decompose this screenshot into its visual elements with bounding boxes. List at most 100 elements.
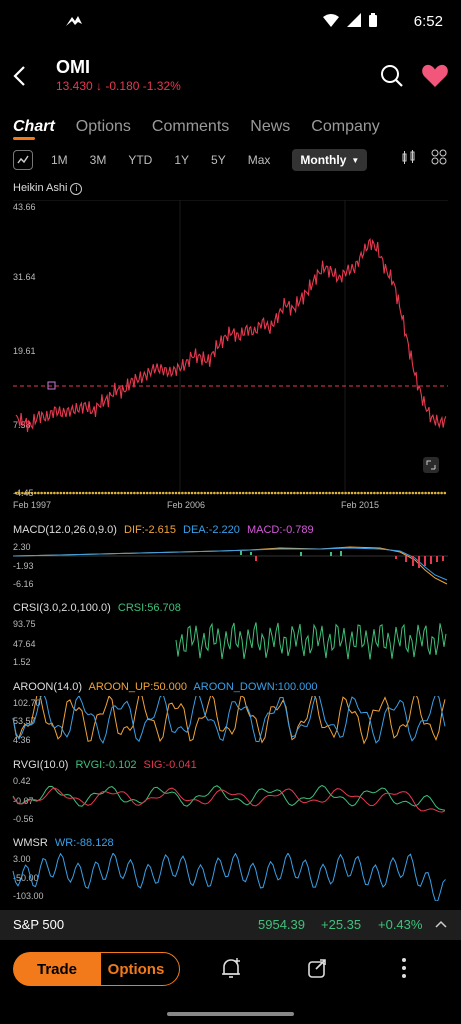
- price-quote: 13.430 ↓ -0.180 -1.32%: [56, 79, 181, 93]
- heart-icon[interactable]: [421, 63, 449, 89]
- event-dot: [225, 491, 229, 495]
- event-dot: [129, 491, 133, 495]
- event-dot: [139, 491, 143, 495]
- event-dot: [232, 491, 235, 495]
- event-dot: [241, 491, 245, 495]
- event-dot: [408, 491, 411, 495]
- event-dot: [187, 491, 191, 495]
- range-1y[interactable]: 1Y: [174, 153, 189, 167]
- range-3m[interactable]: 3M: [90, 153, 107, 167]
- home-indicator[interactable]: [167, 1012, 294, 1016]
- event-dot: [264, 491, 267, 495]
- wmsr-chart[interactable]: [0, 853, 461, 901]
- event-dot: [270, 491, 274, 495]
- event-dot: [443, 491, 447, 495]
- search-icon[interactable]: [379, 63, 405, 89]
- event-dot: [273, 491, 277, 495]
- event-dot: [293, 491, 296, 495]
- chevron-up-icon[interactable]: [435, 919, 447, 929]
- bell-alert-icon[interactable]: [219, 956, 243, 980]
- trade-button[interactable]: Trade: [13, 952, 101, 986]
- event-dot: [126, 491, 130, 495]
- rvgi-name: RVGI(10.0): [13, 759, 69, 771]
- options-button[interactable]: Options: [92, 952, 180, 986]
- event-dot: [97, 491, 101, 495]
- event-dot: [289, 491, 293, 495]
- event-dot: [59, 491, 63, 495]
- event-dot: [184, 491, 187, 495]
- event-dot: [117, 491, 120, 495]
- back-arrow-icon[interactable]: [10, 61, 30, 91]
- event-dot: [177, 491, 181, 495]
- range-max[interactable]: Max: [248, 153, 271, 167]
- event-dot: [78, 491, 82, 495]
- event-dot: [395, 491, 399, 495]
- tab-news[interactable]: News: [250, 118, 290, 136]
- more-options-icon[interactable]: [398, 956, 410, 980]
- price-chart[interactable]: [0, 200, 461, 500]
- event-dot: [385, 491, 389, 495]
- wmsr-name: WMSR: [13, 837, 48, 849]
- macd-dea-line: [12, 547, 448, 581]
- event-dot: [267, 491, 271, 495]
- event-dot: [341, 491, 344, 495]
- interval-dropdown[interactable]: Monthly ▼: [292, 149, 368, 171]
- event-dot: [277, 491, 280, 495]
- stock-header: OMI 13.430 ↓ -0.180 -1.32%: [0, 55, 461, 99]
- event-dot: [437, 491, 440, 495]
- event-dot: [190, 491, 194, 495]
- event-dot: [325, 491, 328, 495]
- share-icon[interactable]: [305, 956, 329, 980]
- chart-type-text: Heikin Ashi: [13, 182, 68, 194]
- aroon-chart[interactable]: [0, 696, 461, 746]
- event-dot: [209, 491, 213, 495]
- macd-dea: DEA:-2.220: [183, 524, 240, 536]
- range-ytd[interactable]: YTD: [128, 153, 152, 167]
- event-dot: [382, 491, 386, 495]
- tab-company[interactable]: Company: [311, 118, 379, 136]
- event-dot: [113, 491, 117, 495]
- range-1m[interactable]: 1M: [51, 153, 68, 167]
- event-dot: [40, 491, 43, 495]
- event-dot: [440, 491, 443, 495]
- event-dot: [421, 491, 424, 495]
- range-5y[interactable]: 5Y: [211, 153, 226, 167]
- fullscreen-icon[interactable]: [423, 457, 439, 473]
- event-dot: [142, 491, 146, 495]
- event-dot: [161, 491, 165, 495]
- event-dot: [331, 491, 335, 495]
- app-notification-icon: [66, 16, 82, 26]
- event-dot: [213, 491, 216, 495]
- interval-label: Monthly: [300, 153, 347, 167]
- event-dot: [392, 491, 395, 495]
- grid-layout-icon[interactable]: [431, 149, 447, 165]
- tab-comments[interactable]: Comments: [152, 118, 229, 136]
- event-dot: [350, 491, 354, 495]
- last-price: 13.430: [56, 79, 93, 93]
- market-index-bar[interactable]: S&P 500 5954.39 +25.35 +0.43%: [0, 910, 461, 940]
- clock: 6:52: [413, 13, 443, 30]
- line-chart-toggle-icon[interactable]: [13, 150, 33, 170]
- tab-chart[interactable]: Chart: [13, 118, 55, 140]
- event-dot: [46, 491, 50, 495]
- event-dot: [376, 491, 379, 495]
- event-dot: [49, 491, 53, 495]
- crsi-chart[interactable]: [0, 618, 461, 668]
- tab-options[interactable]: Options: [76, 118, 131, 136]
- macd-chart[interactable]: [0, 540, 461, 590]
- battery-icon: [369, 13, 377, 27]
- event-dot: [401, 491, 405, 495]
- aroon-name: AROON(14.0): [13, 681, 83, 693]
- rvgi-title: RVGI(10.0) RVGI:-0.102 SIG:-0.041: [13, 759, 201, 771]
- event-dot: [152, 491, 155, 495]
- bottom-action-bar: Trade Options: [0, 948, 461, 994]
- event-dot: [302, 491, 306, 495]
- price-change: -0.180: [105, 79, 140, 93]
- macd-histogram: [240, 551, 444, 568]
- rvgi-chart[interactable]: [0, 774, 461, 824]
- event-dot: [197, 491, 200, 495]
- info-icon[interactable]: i: [70, 183, 83, 195]
- candlestick-settings-icon[interactable]: [401, 149, 417, 165]
- event-dot: [43, 491, 47, 495]
- macd-value: MACD:-0.789: [246, 524, 314, 536]
